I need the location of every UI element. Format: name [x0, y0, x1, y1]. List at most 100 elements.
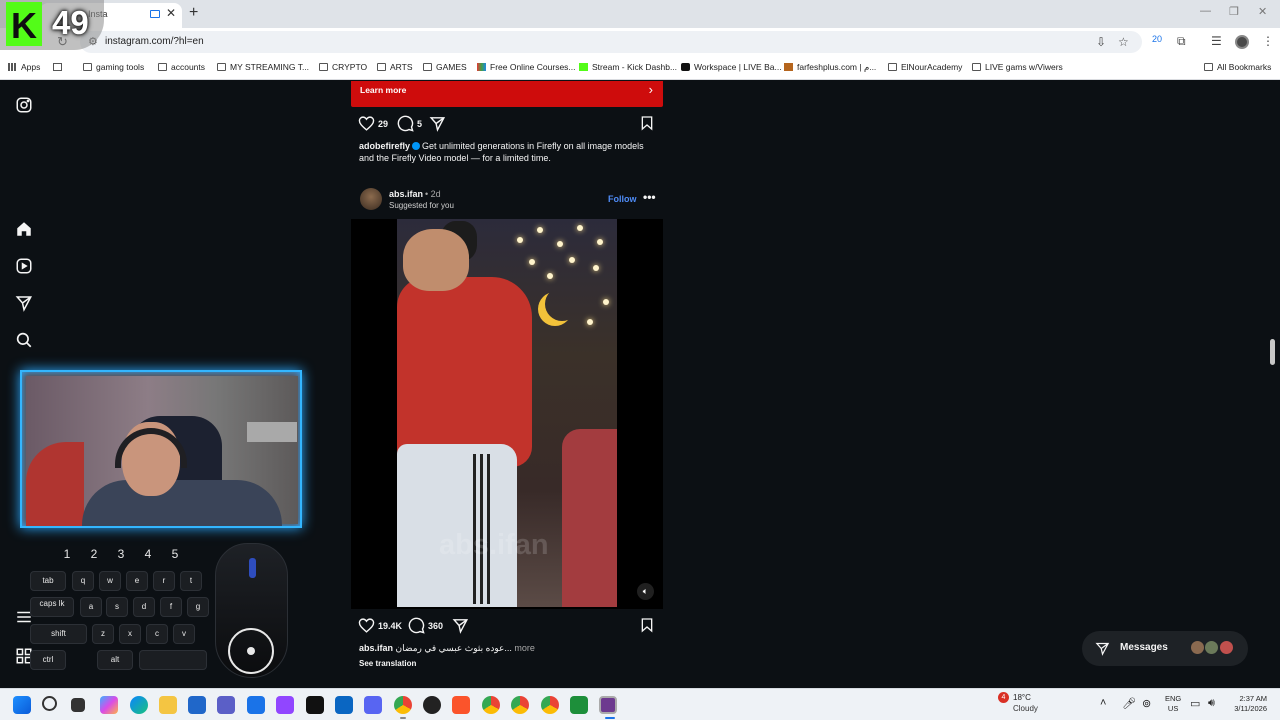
caption-text: عوده بثوث عبسي في رمضان... [395, 643, 512, 653]
post-username[interactable]: abs.ifan [389, 189, 423, 199]
reels-icon[interactable] [15, 257, 33, 275]
bookmark-grid[interactable] [53, 62, 66, 72]
address-bar[interactable]: ⚙ instagram.com/?hl=en ⇩ ☆ [80, 31, 1142, 53]
outlook-icon[interactable] [247, 696, 265, 714]
menu-dots-icon[interactable]: ⋮ [1262, 34, 1274, 48]
brave-icon[interactable] [452, 696, 470, 714]
bookmark-tiktok-live[interactable]: Workspace | LIVE Ba... [681, 62, 782, 72]
bookmark-arts[interactable]: ARTS [377, 62, 413, 72]
toolbar: ↻ ⚙ instagram.com/?hl=en ⇩ ☆ 20 ⧉ ☰ ⋮ [0, 28, 1280, 56]
weather-condition[interactable]: Cloudy [1013, 704, 1038, 713]
file-explorer-icon[interactable] [159, 696, 177, 714]
caption-more-link[interactable]: more [514, 643, 535, 653]
share-icon[interactable] [429, 115, 446, 132]
active-app-icon[interactable] [599, 696, 617, 714]
bookmark-live-games[interactable]: LIVE gams w/Viwers [972, 62, 1063, 72]
post-author-avatar[interactable] [360, 188, 382, 210]
media-playing-icon[interactable] [150, 10, 160, 18]
chrome-profile-icon[interactable] [511, 696, 529, 714]
ad-action-row: 29 5 [358, 115, 658, 135]
share-icon[interactable] [452, 617, 469, 634]
direct-messages-icon[interactable] [15, 294, 33, 312]
bookmark-farfeshplus[interactable]: farfeshplus.com | م... [784, 62, 876, 73]
system-clock[interactable]: 2:37 AM 3/11/2026 [1225, 694, 1267, 714]
save-bookmark-icon[interactable] [639, 115, 655, 131]
folder-icon [972, 63, 981, 71]
windows-start-icon[interactable] [13, 696, 31, 714]
teams-icon[interactable] [217, 696, 235, 714]
post-options-icon[interactable]: ••• [643, 190, 656, 204]
see-translation-link[interactable]: See translation [359, 658, 659, 670]
discord-icon[interactable] [364, 696, 382, 714]
bookmark-gaming-tools[interactable]: gaming tools [83, 62, 144, 72]
install-app-icon[interactable]: ⇩ [1096, 35, 1106, 49]
url-text[interactable]: instagram.com/?hl=en [105, 36, 204, 47]
ad-learn-more-button[interactable]: Learn more › [351, 81, 663, 107]
bookmark-free-courses[interactable]: Free Online Courses... [477, 62, 576, 72]
reading-list-icon[interactable]: ☰ [1211, 34, 1222, 48]
like-heart-icon[interactable] [358, 115, 375, 132]
search-icon[interactable] [15, 331, 33, 349]
key-2: 2 [90, 547, 98, 561]
new-tab-icon[interactable]: + [189, 4, 198, 22]
microphone-icon[interactable]: 🎤︎ [1122, 697, 1136, 710]
chrome-icon[interactable] [394, 696, 412, 714]
profile-avatar[interactable] [1235, 35, 1249, 49]
bookmark-kick-dashboard[interactable]: Stream - Kick Dashb... [579, 62, 677, 72]
bookmark-crypto[interactable]: CRYPTO [319, 62, 367, 72]
home-icon[interactable] [15, 220, 33, 238]
save-bookmark-icon[interactable] [639, 617, 655, 633]
post-comment-count: 360 [428, 621, 444, 631]
x-icon[interactable] [306, 696, 324, 714]
page-scrollbar[interactable] [1270, 339, 1275, 365]
video-frame: abs.ifan [397, 219, 617, 607]
post-video[interactable]: abs.ifan 🔈︎ [351, 219, 663, 609]
edge-icon[interactable] [130, 696, 148, 714]
bookmark-star-icon[interactable]: ☆ [1118, 35, 1129, 49]
bookmark-accounts[interactable]: accounts [158, 62, 205, 72]
extension-badge[interactable]: 20 [1152, 34, 1162, 44]
restore-icon[interactable]: ❐ [1229, 5, 1239, 18]
weather-temperature[interactable]: 18°C [1013, 693, 1031, 702]
comment-icon[interactable] [408, 617, 425, 634]
person-pants [397, 444, 517, 607]
bookmark-streaming[interactable]: MY STREAMING T... [217, 62, 309, 72]
excel-icon[interactable] [570, 696, 588, 714]
key-4: 4 [144, 547, 152, 561]
close-window-icon[interactable]: ✕ [1258, 5, 1267, 18]
location-icon[interactable]: ⊚ [1142, 697, 1151, 710]
follow-button[interactable]: Follow [608, 194, 637, 204]
minimize-icon[interactable]: — [1200, 5, 1211, 17]
instagram-logo-icon[interactable] [15, 96, 33, 114]
extensions-icon[interactable]: ⧉ [1177, 34, 1186, 49]
bookmark-games[interactable]: GAMES [423, 62, 467, 72]
bookmark-apps[interactable]: Apps [8, 62, 40, 72]
chrome-profile-icon[interactable] [482, 696, 500, 714]
copilot-icon[interactable] [100, 696, 118, 714]
tab-close-icon[interactable]: ✕ [166, 6, 176, 20]
webcam-overlay [20, 370, 302, 528]
ad-username[interactable]: adobefirefly [359, 141, 410, 151]
show-hidden-icons-icon[interactable]: ˄ [1100, 697, 1106, 709]
volume-icon[interactable]: 🔊︎ [1208, 697, 1215, 710]
messages-button[interactable]: Messages [1082, 631, 1248, 666]
key-a: a [80, 597, 102, 617]
bookmark-elnouracademy[interactable]: ElNourAcademy [888, 62, 962, 72]
twitch-icon[interactable] [276, 696, 294, 714]
microsoft-store-icon[interactable] [188, 696, 206, 714]
volume-icon[interactable]: 🔈︎ [637, 583, 654, 600]
network-icon[interactable]: ▭ [1190, 697, 1200, 710]
crescent-decoration [545, 287, 579, 321]
task-view-icon[interactable] [71, 698, 85, 712]
comment-icon[interactable] [397, 115, 414, 132]
search-icon[interactable] [42, 696, 57, 711]
key-r: r [153, 571, 175, 591]
all-bookmarks[interactable]: All Bookmarks [1204, 62, 1271, 72]
obs-icon[interactable] [423, 696, 441, 714]
like-heart-icon[interactable] [358, 617, 375, 634]
chrome-profile-icon[interactable] [541, 696, 559, 714]
chevron-right-icon: › [648, 82, 653, 97]
caption-username[interactable]: abs.ifan [359, 643, 393, 653]
input-language[interactable]: ENG US [1165, 694, 1181, 714]
linkedin-icon[interactable] [335, 696, 353, 714]
